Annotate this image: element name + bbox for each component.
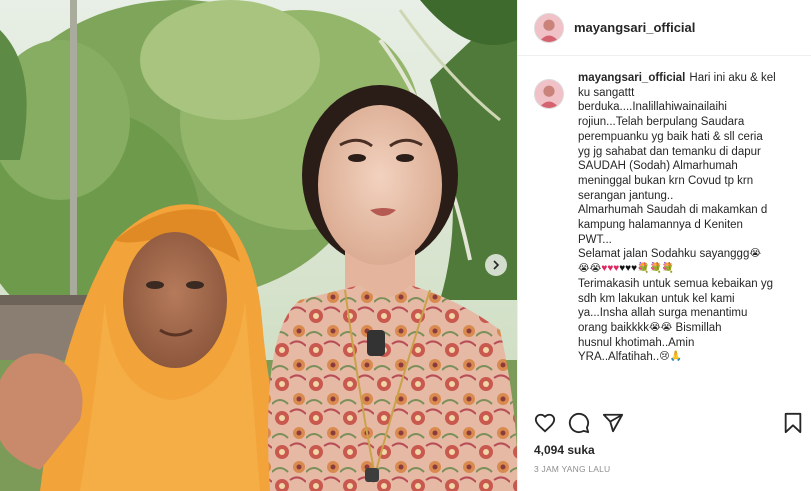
post-side-panel: mayangsari_official mayangsari_official H…	[517, 0, 811, 491]
sad-emoji: 😢🙏	[659, 351, 683, 363]
caption-line: perempuanku yg baik hati & sll ceria	[578, 130, 763, 143]
crying-emoji: 😭😭	[648, 321, 673, 333]
caption-line: YRA..Alfatihah..	[578, 351, 660, 364]
avatar[interactable]	[534, 12, 564, 43]
red-heart-icon: ♥♥♥	[601, 263, 620, 275]
caption-username[interactable]: mayangsari_official	[578, 72, 685, 84]
bouquet-emoji: 💐💐💐	[637, 263, 675, 275]
caption-line: Terimakasih untuk semua kebaikan yg	[578, 277, 773, 290]
photo-illustration	[0, 0, 517, 491]
caption-line: Selamat jalan Sodahku sayanggg	[578, 248, 750, 261]
header-username[interactable]: mayangsari_official	[574, 20, 695, 35]
caption-line: rojiun...Telah berpulang Saudara	[578, 116, 745, 129]
avatar-image	[535, 13, 563, 42]
caption-line: ya...Insha allah surga menantimu	[578, 307, 748, 320]
comments-area[interactable]: mayangsari_official Hari ini aku & kel ku…	[518, 71, 811, 401]
comment-button[interactable]	[568, 412, 590, 434]
caption-line: serangan jantung..	[578, 189, 674, 202]
caption-line: yg jg sahabat dan temanku di dapur	[578, 145, 761, 158]
heart-icon	[534, 413, 556, 433]
avatar-image	[535, 80, 563, 108]
caption-line: husnul khotimah..Amin	[578, 336, 695, 349]
caption-line: PWT...	[578, 233, 612, 246]
like-count[interactable]: 4,094 suka	[534, 443, 595, 457]
caption-row: mayangsari_official Hari ini aku & kel ku…	[534, 71, 811, 365]
share-button[interactable]	[602, 412, 624, 434]
next-photo-button[interactable]	[485, 254, 507, 276]
caption-avatar[interactable]	[534, 79, 564, 109]
caption-line: ku sangattt	[578, 86, 635, 99]
caption-line: sdh km lakukan untuk kel kami	[578, 292, 735, 305]
crying-emoji: 😭😭	[578, 263, 602, 275]
chevron-right-icon	[493, 260, 500, 270]
caption-line: kampung halamannya d Keniten	[578, 219, 743, 232]
caption-line: orang baikkkk	[578, 321, 649, 334]
caption-line: Hari ini aku & kel	[689, 72, 776, 84]
post-caption: mayangsari_official Hari ini aku & kel ku…	[578, 71, 810, 365]
caption-line: berduka....Inalillahiwainailaihi	[578, 101, 727, 114]
post-header: mayangsari_official	[518, 0, 811, 56]
crying-emoji: 😭	[749, 248, 762, 260]
save-button[interactable]	[782, 412, 804, 434]
caption-line: meninggal bukan krn Covud tp krn	[578, 174, 754, 187]
action-bar	[534, 410, 804, 436]
caption-line: Bismillah	[675, 321, 722, 334]
post-photo[interactable]	[0, 0, 517, 491]
post-timestamp[interactable]: 3 JAM YANG LALU	[534, 464, 610, 474]
bookmark-icon	[784, 412, 802, 434]
black-heart-icon: ♥♥♥	[619, 263, 637, 275]
caption-line: Almarhumah Saudah di makamkan d	[578, 204, 768, 217]
like-button[interactable]	[534, 412, 556, 434]
comment-icon	[568, 412, 590, 434]
share-icon	[602, 413, 624, 433]
caption-line: SAUDAH (Sodah) Almarhumah	[578, 160, 738, 173]
